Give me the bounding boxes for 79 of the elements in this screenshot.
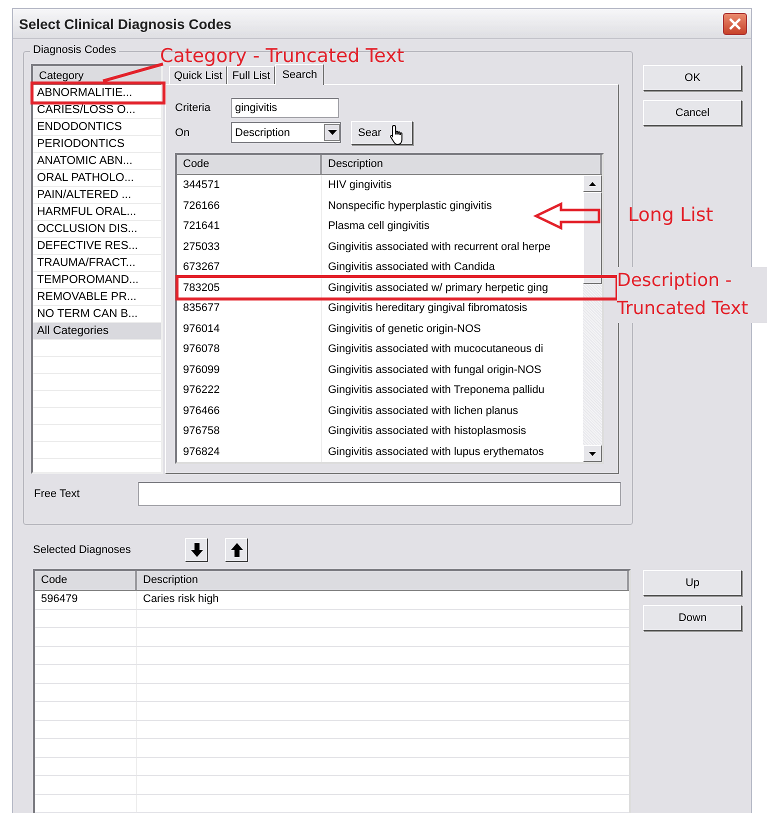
list-item[interactable]: TRAUMA/FRACT... <box>33 255 161 272</box>
list-item[interactable]: All Categories <box>33 323 161 340</box>
table-cell: 976014 <box>177 318 322 339</box>
table-cell-text: Gingivitis hereditary gingival fibromatosis <box>327 301 528 316</box>
list-item[interactable]: TEMPOROMAND... <box>33 272 161 289</box>
window-title: Select Clinical Diagnosis Codes <box>19 16 232 32</box>
dropdown[interactable]: Description <box>231 122 341 143</box>
table-cell: 721641 <box>177 216 322 236</box>
table-cell: 344571 <box>177 175 322 196</box>
column-header[interactable]: Description <box>137 571 629 590</box>
list-item[interactable]: DEFECTIVE RES... <box>33 238 161 255</box>
tab[interactable]: Quick List <box>169 66 228 84</box>
dialog-button[interactable]: Cancel <box>643 100 742 126</box>
caret-down-icon <box>328 130 336 135</box>
table-cell: 976078 <box>177 339 322 360</box>
column-header[interactable]: Code <box>177 155 322 174</box>
list-item[interactable]: OCCLUSION DIS... <box>33 221 161 238</box>
move-button[interactable]: Up <box>643 570 742 596</box>
move-button[interactable]: Down <box>643 605 742 631</box>
table-cell-text: Gingivitis associated with fungal origin-NOS <box>327 362 542 378</box>
section-label: Selected Diagnoses <box>33 544 132 556</box>
list-item[interactable]: CARIES/LOSS O... <box>33 102 161 119</box>
close-button[interactable] <box>723 12 747 34</box>
tab[interactable]: Full List <box>227 66 276 84</box>
table-cell-text: Gingivitis associated with lupus erythematos <box>327 444 544 460</box>
table-cell-text: Gingivitis associated with Candida <box>327 260 495 275</box>
table-cell-text: Nonspecific hyperplastic gingivitis <box>327 198 492 214</box>
list-item[interactable]: PERIODONTICS <box>33 136 161 153</box>
list-item[interactable]: ENDODONTICS <box>33 119 161 136</box>
table-cell: 976466 <box>177 400 322 421</box>
table-cell-text: HIV gingivitis <box>327 178 392 193</box>
table-cell: 976758 <box>177 421 322 442</box>
table-cell: 783205 <box>177 278 322 298</box>
list-item[interactable]: PAIN/ALTERED ... <box>33 187 161 204</box>
tab[interactable]: Search <box>275 64 324 85</box>
table-cell: 835677 <box>177 298 322 318</box>
table-cell-text: Gingivitis associated with Treponema pallidu <box>327 383 544 398</box>
scroll-down-button[interactable] <box>583 445 602 462</box>
table-cell-text: Gingivitis of genetic origin-NOS <box>327 322 481 336</box>
group-label: Diagnosis Codes <box>30 44 120 56</box>
table-cell: 275033 <box>177 236 322 257</box>
callout-arrow <box>533 202 600 230</box>
list-item[interactable]: ANATOMIC ABN... <box>33 153 161 170</box>
table-cell-text: Gingivitis associated w/ primary herpetic ging <box>327 280 548 296</box>
table-cell: 596479 <box>35 591 137 608</box>
free-text-field[interactable] <box>138 482 621 506</box>
table-cell-text: Gingivitis associated with recurrent oral herpe <box>327 240 551 254</box>
table-cell-text: Gingivitis associated with histoplasmosis <box>327 424 526 439</box>
column-header[interactable]: Code <box>35 571 137 590</box>
field-label: On <box>175 126 191 138</box>
dialog-button[interactable]: OK <box>643 65 742 91</box>
table-cell-text: Gingivitis associated with lichen planus <box>327 404 518 418</box>
remove-up-button[interactable] <box>225 538 248 562</box>
list-item[interactable]: HARMFUL ORAL... <box>33 204 161 221</box>
table-cell: 976099 <box>177 360 322 380</box>
table-cell: 726166 <box>177 196 322 216</box>
add-down-button[interactable] <box>185 538 208 562</box>
table-cell-text: Gingivitis associated with mucocutaneous di <box>327 342 544 357</box>
scrollbar[interactable] <box>583 175 602 462</box>
criteria-field[interactable]: gingivitis <box>231 98 339 118</box>
annotation-text: Category - Truncated Text <box>160 45 404 67</box>
caret-down-icon <box>589 452 596 456</box>
caret-up-icon <box>589 182 596 186</box>
close-icon <box>728 16 742 30</box>
table-cell: 976824 <box>177 442 322 462</box>
table-cell-text: Plasma cell gingivitis <box>327 219 430 234</box>
arrow-down-icon <box>190 543 202 557</box>
arrow-up-icon <box>230 543 242 557</box>
field-label: Criteria <box>175 102 212 114</box>
field-label: Free Text <box>34 488 81 500</box>
annotation-text: Long List <box>628 204 714 226</box>
table-cell: 976222 <box>177 380 322 400</box>
table-cell-text: Caries risk high <box>142 592 220 607</box>
annotation-text: Description - Truncated Text <box>617 266 767 322</box>
list-item[interactable]: ORAL PATHOLO... <box>33 170 161 187</box>
list-item[interactable]: ABNORMALITIE... <box>33 85 161 102</box>
list-item[interactable]: REMOVABLE PR... <box>33 289 161 306</box>
scroll-up-button[interactable] <box>583 175 602 192</box>
table-cell: 673267 <box>177 257 322 278</box>
